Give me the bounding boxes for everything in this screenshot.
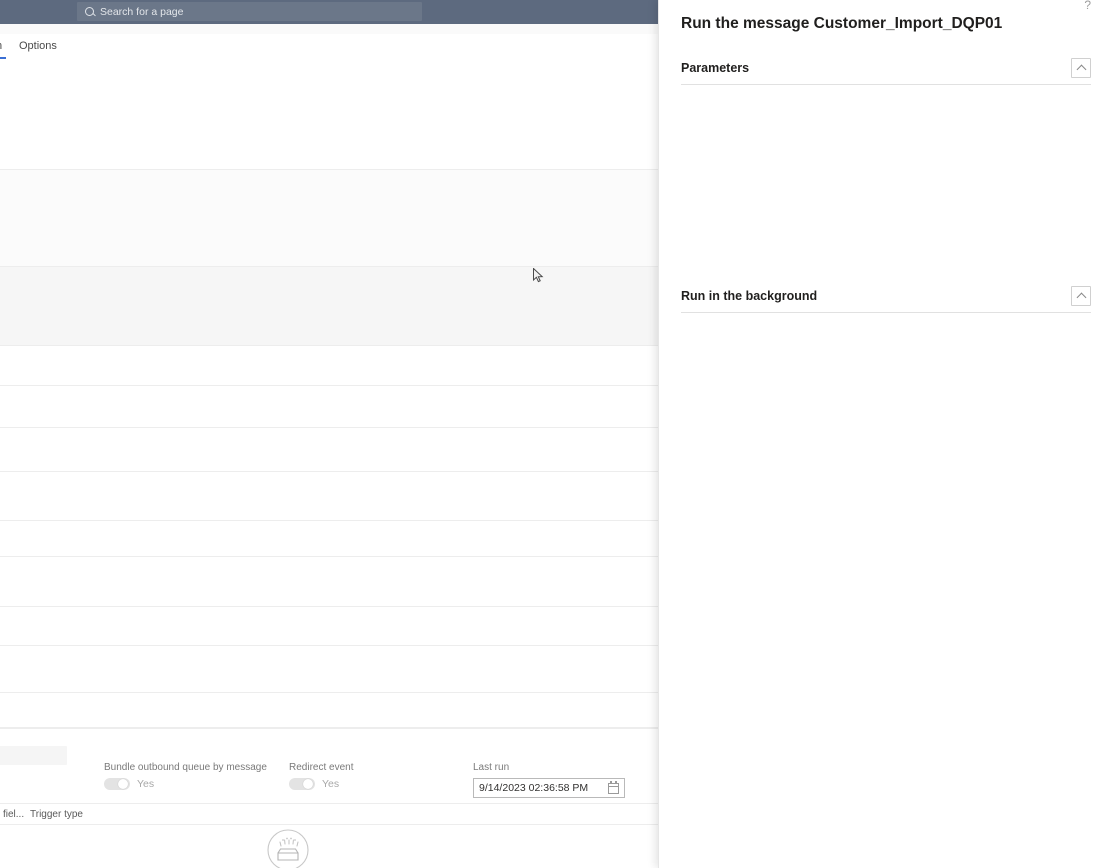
- grid-row[interactable]: [0, 646, 660, 693]
- collapse-background-button[interactable]: [1071, 286, 1091, 306]
- field-label: Redirect event: [289, 762, 354, 773]
- field-redirect-event: Redirect event Yes: [289, 762, 353, 790]
- field-value: Yes: [322, 778, 340, 790]
- tab-strip: n Options: [0, 34, 660, 87]
- field-bundle-outbound-queue: Bundle outbound queue by message Yes: [104, 762, 267, 790]
- column-header-field[interactable]: l fiel...: [0, 809, 24, 820]
- grid-row[interactable]: [0, 386, 660, 428]
- section-title: Parameters: [681, 61, 750, 75]
- chevron-up-icon: [1076, 292, 1086, 302]
- dialog-title: Run the message Customer_Import_DQP01: [681, 15, 1003, 32]
- chevron-up-icon: [1076, 64, 1086, 74]
- grid-row[interactable]: [0, 60, 660, 170]
- column-header-trigger-type[interactable]: Trigger type: [30, 809, 83, 820]
- disabled-field: [0, 746, 67, 765]
- grid-row[interactable]: [0, 607, 660, 646]
- toggle-bundle-outbound-queue[interactable]: [104, 778, 130, 790]
- sublist-column-headers: l fiel... Trigger type: [0, 803, 660, 825]
- empty-folder-icon: [267, 829, 309, 868]
- grid-row[interactable]: [0, 557, 660, 607]
- page-search-placeholder: Search for a page: [100, 5, 184, 18]
- tab-truncated[interactable]: n: [0, 40, 7, 59]
- grid-row[interactable]: [0, 472, 660, 521]
- grid-row[interactable]: [0, 267, 660, 346]
- section-title: Run in the background: [681, 289, 818, 303]
- section-header-run-in-background: Run in the background: [681, 280, 1091, 313]
- field-value: Yes: [137, 778, 155, 790]
- calendar-icon[interactable]: [608, 780, 619, 794]
- record-detail-form: Bundle outbound queue by message Yes Red…: [0, 728, 660, 803]
- background-page: Search for a page n Options: [0, 0, 660, 868]
- mouse-pointer-icon: [533, 268, 544, 283]
- top-navigation-bar: Search for a page: [0, 0, 660, 24]
- last-run-date-input[interactable]: 9/14/2023 02:36:58 PM: [473, 778, 625, 798]
- field-label: Bundle outbound queue by message: [104, 762, 267, 773]
- question-mark-icon[interactable]: ?: [1084, 0, 1091, 12]
- grid-row[interactable]: [0, 346, 660, 386]
- field-label: Last run: [473, 762, 510, 773]
- tab-options[interactable]: Options: [19, 40, 57, 52]
- page-search-input[interactable]: Search for a page: [77, 2, 422, 21]
- collapse-parameters-button[interactable]: [1071, 58, 1091, 78]
- last-run-value: 9/14/2023 02:36:58 PM: [479, 782, 589, 794]
- grid-row[interactable]: [0, 170, 660, 267]
- grid-row[interactable]: [0, 521, 660, 557]
- grid-row[interactable]: [0, 693, 660, 728]
- section-header-parameters: Parameters: [681, 52, 1091, 85]
- search-icon: [85, 7, 94, 16]
- run-message-dialog: ? Run the message Customer_Import_DQP01 …: [658, 0, 1100, 868]
- field-last-run: Last run 9/14/2023 02:36:58 PM: [473, 762, 625, 798]
- toggle-redirect-event[interactable]: [289, 778, 315, 790]
- grid-row[interactable]: [0, 428, 660, 472]
